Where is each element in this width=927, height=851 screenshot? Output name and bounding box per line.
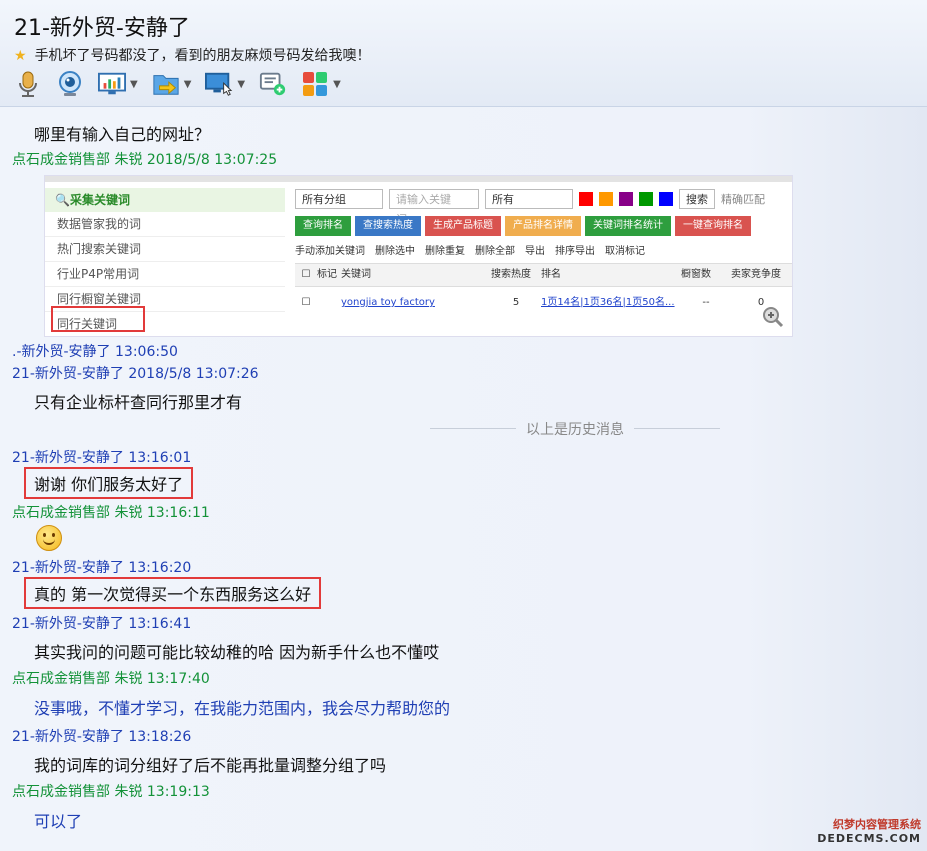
message-screenshot-image[interactable]: 🔍采集关键词 数据管家我的词 热门搜索关键词 行业P4P常用词 同行橱窗关键词 … [44,175,793,337]
message-sender: 21-新外贸-安静了 13:16:01 [12,450,192,466]
message-sender: 点石成金销售部 朱锐 13:16:11 [12,505,210,521]
action-link: 手动添加关键词 [295,246,365,257]
chat-header: 21-新外贸-安静了 ★ 手机坏了号码都没了，看到的朋友麻烦号码发给我噢！ ▼ ▼ [0,0,927,107]
chat-toolbar: ▼ ▼ ▼ ▼ [10,66,345,102]
action-button: 查询排名 [295,216,351,236]
sidebar-item: 数据管家我的词 [45,212,285,237]
smiley-emoji-icon [36,525,62,551]
table-header: ☐ 标记 关键词 搜索热度 排名 橱窗数 卖家竞争度 [295,263,792,287]
microphone-icon [14,70,42,98]
remote-assist-button[interactable]: ▼ [201,66,249,102]
voice-call-button[interactable] [10,66,46,102]
screen-share-button[interactable]: ▼ [94,66,142,102]
search-button: 搜索 [679,189,715,209]
action-link: 删除选中 [375,246,415,257]
divider [45,176,792,182]
contact-signature: ★ 手机坏了号码都没了，看到的朋友麻烦号码发给我噢！ [14,48,371,64]
message-sender: 21-新外贸-安静了 13:18:26 [12,729,192,745]
table-row: ☐ yongjia toy factory 5 1页14名|1页36名|1页50… [301,297,765,308]
file-transfer-icon [152,70,180,98]
color-swatch [659,192,673,206]
sidebar-item: 热门搜索关键词 [45,237,285,262]
message-text: 只有企业标杆查同行那里才有 [34,393,243,412]
remote-desktop-icon [205,70,233,98]
message-text: 哪里有输入自己的网址？ [34,125,211,144]
history-divider-label: 以上是历史消息 [526,422,624,438]
watermark-line: 织梦内容管理系统 [833,818,921,831]
chevron-down-icon[interactable]: ▼ [237,79,245,90]
action-link: 排序导出 [555,246,595,257]
message-text: 真的 第一次觉得买一个东西服务这么好 [24,577,322,609]
action-button: 生成产品标题 [425,216,501,236]
action-button: 查搜索热度 [355,216,421,236]
message-sender: 点石成金销售部 朱锐 13:19:13 [12,784,210,800]
apps-button[interactable]: ▼ [297,66,345,102]
exact-match-label: 精确匹配 [721,193,765,206]
color-swatch [639,192,653,206]
divider-line [634,428,720,429]
keyword-panel: 所有分组 请输入关键词... 所有 搜索 精确匹配 查询排名 查搜索热度 生成产… [295,188,792,319]
zoom-icon[interactable] [762,306,784,332]
action-link: 删除全部 [475,246,515,257]
action-button: 一键查询排名 [675,216,751,236]
color-swatch [599,192,613,206]
message-sender: 21-新外贸-安静了 13:16:41 [12,616,192,632]
highlight-box [51,306,145,332]
chevron-down-icon[interactable]: ▼ [130,79,138,90]
watermark: 织梦内容管理系统 DEDECMS.COM [817,816,921,845]
chat-history[interactable]: 哪里有输入自己的网址？ 点石成金销售部 朱锐 2018/5/8 13:07:25… [0,107,927,851]
message-text: 可以了 [34,812,83,831]
send-message-button[interactable] [255,66,291,102]
star-icon: ★ [14,48,27,64]
filter-select: 所有 [485,189,573,209]
history-divider: 以上是历史消息 [430,418,720,438]
sidebar-item: 行业P4P常用词 [45,262,285,287]
watermark-line: DEDECMS.COM [817,832,921,845]
contact-name: 21-新外贸-安静了 [14,16,190,41]
message-sender: 21-新外贸-安静了 13:16:20 [12,560,192,576]
screen-share-icon [98,70,126,98]
message-sender: 点石成金销售部 朱锐 13:17:40 [12,671,210,687]
sidebar-title: 🔍采集关键词 [45,188,285,212]
keyword-input: 请输入关键词... [389,189,479,226]
webcam-icon [56,70,84,98]
add-message-icon [259,70,287,98]
message-text: 谢谢 你们服务太好了 [24,467,194,499]
action-button: 产品排名详情 [505,216,581,236]
action-link: 删除重复 [425,246,465,257]
action-button: 关键词排名统计 [585,216,671,236]
message-text: 没事哦，不懂才学习，在我能力范围内，我会尽力帮助您的 [34,699,451,718]
message-sender: .-新外贸-安静了 13:06:50 [12,344,178,360]
video-call-button[interactable] [52,66,88,102]
action-link: 导出 [525,246,545,257]
color-swatch [579,192,593,206]
file-transfer-button[interactable]: ▼ [148,66,196,102]
message-sender: 点石成金销售部 朱锐 2018/5/8 13:07:25 [12,152,278,168]
message-text: 我的词库的词分组好了后不能再批量调整分组了吗 [34,756,387,775]
chevron-down-icon[interactable]: ▼ [184,79,192,90]
apps-grid-icon [301,70,329,98]
message-sender: 21-新外贸-安静了 2018/5/8 13:07:26 [12,366,259,382]
chevron-down-icon[interactable]: ▼ [333,79,341,90]
group-select: 所有分组 [295,189,383,209]
action-link: 取消标记 [605,246,645,257]
color-swatch [619,192,633,206]
message-text: 其实我问的问题可能比较幼稚的哈 因为新手什么也不懂哎 [34,643,440,662]
